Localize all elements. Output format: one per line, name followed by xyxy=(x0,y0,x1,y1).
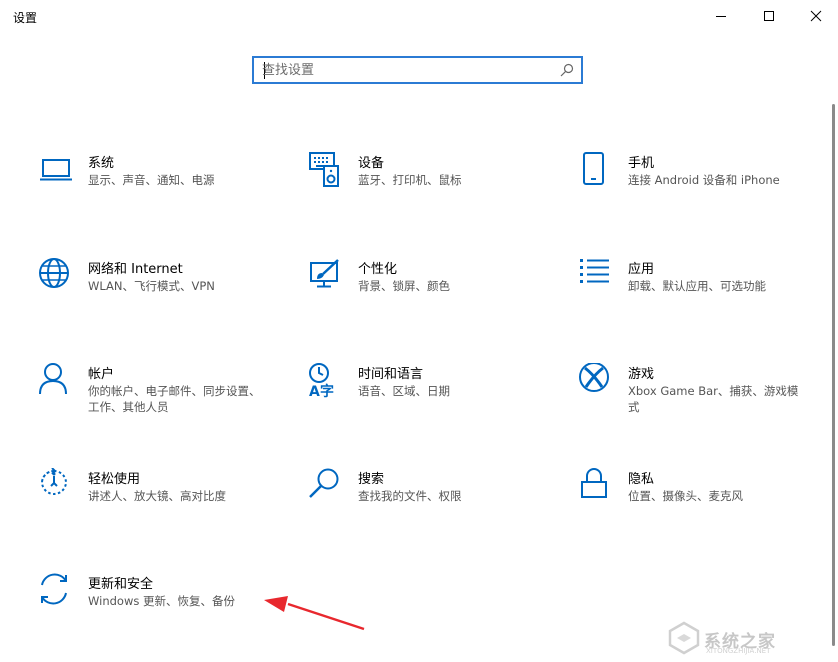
category-title: 轻松使用 xyxy=(88,472,141,487)
apps-list-icon xyxy=(578,258,614,294)
search-box[interactable] xyxy=(252,56,583,84)
category-gaming[interactable]: 游戏 Xbox Game Bar、捕获、游戏模式 xyxy=(578,362,818,423)
category-devices[interactable]: 设备 蓝牙、打印机、鼠标 xyxy=(308,152,548,212)
category-desc: 语音、区域、日期 xyxy=(358,384,450,398)
category-network[interactable]: 网络和 Internet WLAN、飞行模式、VPN xyxy=(38,258,278,318)
svg-text:字: 字 xyxy=(320,383,334,399)
category-system[interactable]: 系统 显示、声音、通知、电源 xyxy=(38,152,278,212)
title-bar: 设置 xyxy=(0,0,838,34)
category-title: 网络和 Internet xyxy=(88,262,183,277)
category-title: 个性化 xyxy=(358,262,398,277)
person-icon xyxy=(38,363,74,399)
maximize-button[interactable] xyxy=(746,0,792,32)
category-desc: 位置、摄像头、麦克风 xyxy=(628,489,743,503)
search-icon[interactable] xyxy=(559,62,575,82)
paint-brush-icon xyxy=(308,258,344,294)
category-title: 游戏 xyxy=(628,367,655,382)
category-time-language[interactable]: A 字 时间和语言 语音、区域、日期 xyxy=(308,363,548,423)
scrollbar[interactable] xyxy=(832,104,835,646)
search-icon xyxy=(308,468,344,504)
category-phone[interactable]: 手机 连接 Android 设备和 iPhone xyxy=(578,152,818,212)
category-privacy[interactable]: 隐私 位置、摄像头、麦克风 xyxy=(578,468,818,528)
category-desc: 显示、声音、通知、电源 xyxy=(88,173,215,187)
close-icon xyxy=(810,10,822,22)
category-desc: 卸载、默认应用、可选功能 xyxy=(628,279,766,293)
category-update-security[interactable]: 更新和安全 Windows 更新、恢复、备份 xyxy=(38,573,278,633)
svg-text:A: A xyxy=(309,384,320,399)
phone-icon xyxy=(578,152,614,188)
watermark-url: XITONGZHIJIA.NET xyxy=(706,647,771,655)
lock-icon xyxy=(578,468,614,504)
watermark-logo-icon xyxy=(668,621,700,655)
close-button[interactable] xyxy=(793,0,838,32)
ease-of-access-icon xyxy=(38,467,74,504)
category-desc: 背景、锁屏、颜色 xyxy=(358,279,450,293)
minimize-icon xyxy=(716,16,726,17)
category-ease-of-access[interactable]: 轻松使用 讲述人、放大镜、高对比度 xyxy=(38,467,278,528)
category-title: 帐户 xyxy=(88,367,115,382)
category-title: 更新和安全 xyxy=(88,577,154,592)
window-title: 设置 xyxy=(13,11,38,25)
search-input[interactable] xyxy=(262,60,552,80)
category-title: 应用 xyxy=(628,262,655,277)
category-desc: 蓝牙、打印机、鼠标 xyxy=(358,173,462,187)
category-desc: Windows 更新、恢复、备份 xyxy=(88,594,235,608)
category-title: 系统 xyxy=(88,156,115,171)
category-desc: 连接 Android 设备和 iPhone xyxy=(628,173,780,187)
category-desc: 讲述人、放大镜、高对比度 xyxy=(88,489,226,503)
time-language-icon: A 字 xyxy=(308,363,344,400)
category-title: 时间和语言 xyxy=(358,367,424,382)
category-search[interactable]: 搜索 查找我的文件、权限 xyxy=(308,468,548,528)
category-title: 设备 xyxy=(358,156,385,171)
category-desc: WLAN、飞行模式、VPN xyxy=(88,279,215,293)
category-title: 隐私 xyxy=(628,472,655,487)
category-title: 搜索 xyxy=(358,472,385,487)
globe-icon xyxy=(38,258,74,294)
category-personalization[interactable]: 个性化 背景、锁屏、颜色 xyxy=(308,258,548,318)
minimize-button[interactable] xyxy=(698,0,744,32)
xbox-icon xyxy=(578,362,614,399)
category-accounts[interactable]: 帐户 你的帐户、电子邮件、同步设置、工作、其他人员 xyxy=(38,363,278,423)
sync-icon xyxy=(38,573,74,609)
category-desc: Xbox Game Bar、捕获、游戏模式 xyxy=(628,384,799,414)
laptop-icon xyxy=(38,152,74,188)
maximize-icon xyxy=(764,11,774,21)
category-desc: 查找我的文件、权限 xyxy=(358,489,462,503)
devices-icon xyxy=(308,152,344,188)
annotation-arrow xyxy=(264,596,365,631)
category-apps[interactable]: 应用 卸载、默认应用、可选功能 xyxy=(578,258,818,318)
category-desc: 你的帐户、电子邮件、同步设置、工作、其他人员 xyxy=(88,384,261,414)
category-title: 手机 xyxy=(628,156,655,171)
watermark: 系统之家 XITONGZHIJIA.NET xyxy=(664,618,834,658)
